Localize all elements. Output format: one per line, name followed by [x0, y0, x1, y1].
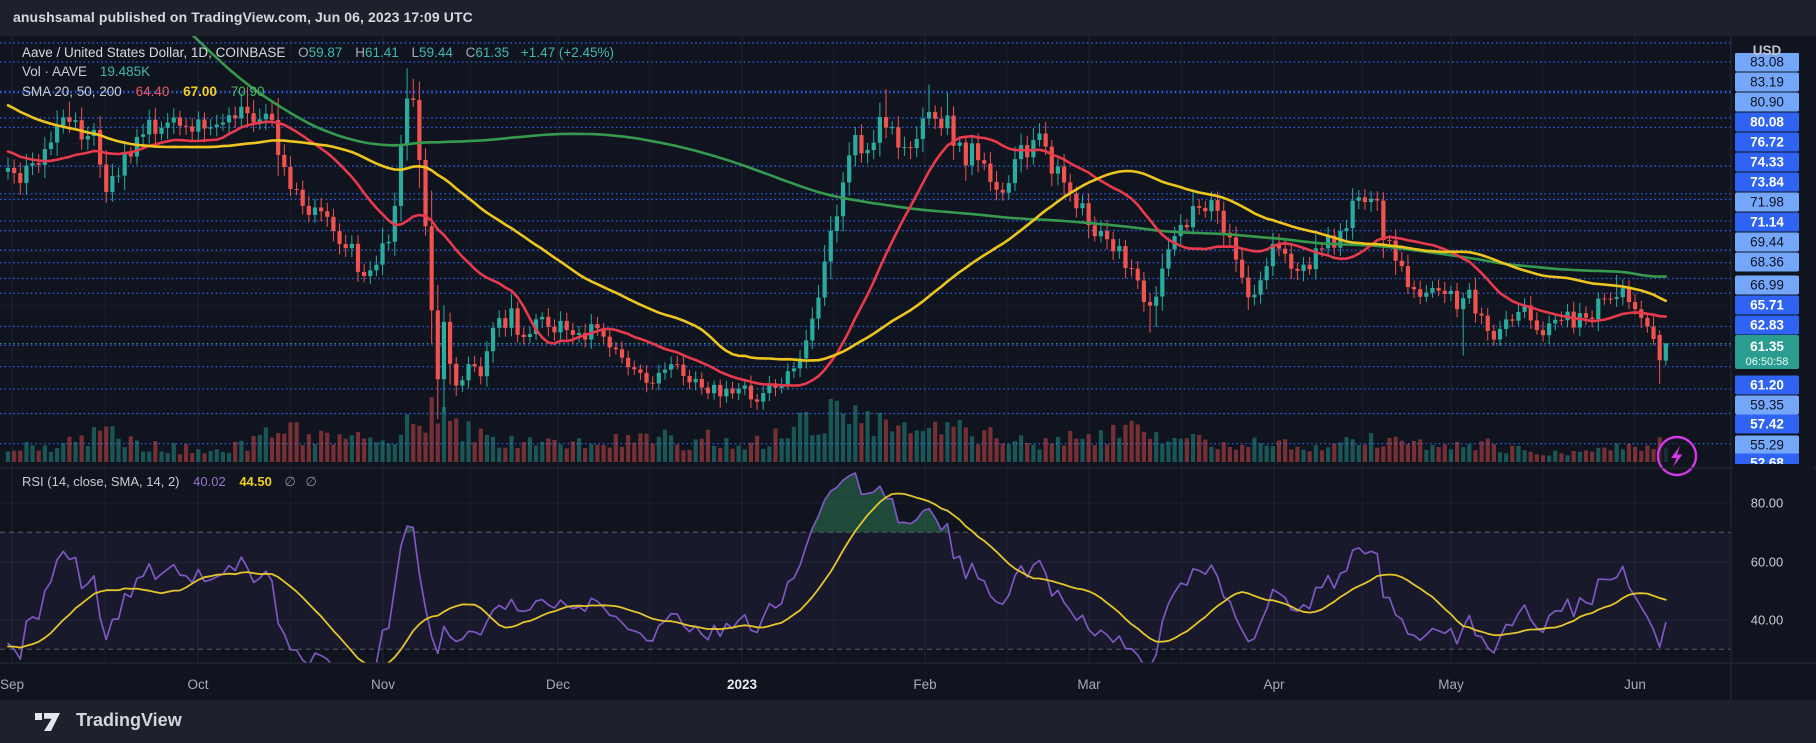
rsi-empty-1: ∅ [284, 474, 295, 489]
tradingview-published-chart: anushsamal published on TradingView.com,… [0, 0, 1816, 743]
volume-legend-row[interactable]: Vol · AAVE 19.485K [22, 64, 150, 79]
svg-text:66.99: 66.99 [1750, 278, 1784, 293]
rsi-axis-value: 40.00 [1751, 613, 1784, 628]
volume-bars [6, 397, 1668, 462]
svg-text:80.08: 80.08 [1750, 115, 1784, 130]
sma-label: SMA 20, 50, 200 [22, 84, 122, 99]
price-alert-lines[interactable] [0, 43, 1731, 444]
time-axis-label: May [1438, 677, 1464, 692]
sma20-value: 64.40 [136, 84, 170, 99]
svg-text:59.35: 59.35 [1750, 398, 1784, 413]
svg-text:06:50:58: 06:50:58 [1746, 356, 1789, 368]
svg-text:74.33: 74.33 [1750, 155, 1784, 170]
svg-text:71.14: 71.14 [1750, 215, 1784, 230]
sma200-value: 70.90 [231, 84, 265, 99]
footer-bar: TradingView [0, 700, 1816, 743]
rsi-axis-value: 60.00 [1751, 555, 1784, 570]
low-label: L [412, 45, 420, 60]
time-axis-label: Dec [546, 677, 570, 692]
svg-text:80.90: 80.90 [1750, 95, 1784, 110]
time-axis-label: Oct [187, 677, 208, 692]
svg-text:83.19: 83.19 [1750, 75, 1784, 90]
time-axis-label: Mar [1077, 677, 1101, 692]
time-axis-label: Feb [913, 677, 936, 692]
open-label: O [298, 45, 309, 60]
high-value: 61.41 [365, 45, 399, 60]
sma-legend-row[interactable]: SMA 20, 50, 200 64.40 67.00 70.90 [22, 84, 265, 99]
svg-text:69.44: 69.44 [1750, 235, 1784, 250]
time-axis-label: Sep [0, 677, 24, 692]
rsi-empty-2: ∅ [305, 474, 316, 489]
rsi-legend-row[interactable]: RSI (14, close, SMA, 14, 2) 40.02 44.50 … [22, 474, 317, 490]
svg-text:73.84: 73.84 [1750, 175, 1784, 190]
rsi-band [0, 532, 1731, 649]
chart-canvas[interactable]: 83.0883.1980.9080.0876.7274.3373.8471.98… [0, 36, 1816, 700]
svg-text:61.35: 61.35 [1750, 339, 1784, 354]
time-axis-label: Nov [371, 677, 395, 692]
change-value: +1.47 (+2.45%) [521, 45, 614, 60]
svg-text:71.98: 71.98 [1750, 195, 1784, 210]
price-axis[interactable]: 83.0883.1980.9080.0876.7274.3373.8471.98… [1733, 36, 1814, 628]
svg-text:61.20: 61.20 [1750, 378, 1784, 393]
time-axis-label: Jun [1624, 677, 1646, 692]
rsi-value: 40.02 [193, 474, 226, 489]
close-label: C [466, 45, 476, 60]
symbol-title: Aave / United States Dollar, 1D, COINBAS… [22, 45, 285, 60]
low-value: 59.44 [419, 45, 453, 60]
time-axis-label: Apr [1263, 677, 1285, 692]
svg-text:55.29: 55.29 [1750, 438, 1784, 453]
svg-text:76.72: 76.72 [1750, 135, 1784, 150]
volume-label: Vol · AAVE [22, 64, 87, 79]
rsi-axis-value: 80.00 [1751, 496, 1784, 511]
open-value: 59.87 [309, 45, 343, 60]
sma50-value: 67.00 [183, 84, 217, 99]
volume-value: 19.485K [100, 64, 150, 79]
time-axis-label: 2023 [727, 677, 758, 692]
time-axis[interactable]: Sep Oct Nov Dec 2023 Feb Mar Apr May Jun [0, 677, 1646, 692]
price-axis-currency[interactable]: USD [1753, 43, 1782, 58]
rsi-sma-value: 44.50 [239, 474, 272, 489]
svg-text:65.71: 65.71 [1750, 298, 1784, 313]
tradingview-logo-icon[interactable] [34, 709, 64, 735]
high-label: H [355, 45, 365, 60]
sma20-line [8, 122, 1666, 386]
close-value: 61.35 [475, 45, 509, 60]
rsi-label: RSI (14, close, SMA, 14, 2) [22, 474, 180, 489]
attribution-text: anushsamal published on TradingView.com,… [13, 9, 473, 25]
attribution-bar: anushsamal published on TradingView.com,… [0, 0, 1816, 36]
svg-text:62.83: 62.83 [1750, 318, 1784, 333]
tradingview-wordmark[interactable]: TradingView [76, 710, 182, 731]
symbol-legend-row[interactable]: Aave / United States Dollar, 1D, COINBAS… [22, 45, 614, 60]
svg-text:68.36: 68.36 [1750, 255, 1784, 270]
svg-text:57.42: 57.42 [1750, 417, 1784, 432]
boost-lightning-badge[interactable] [1658, 437, 1696, 475]
